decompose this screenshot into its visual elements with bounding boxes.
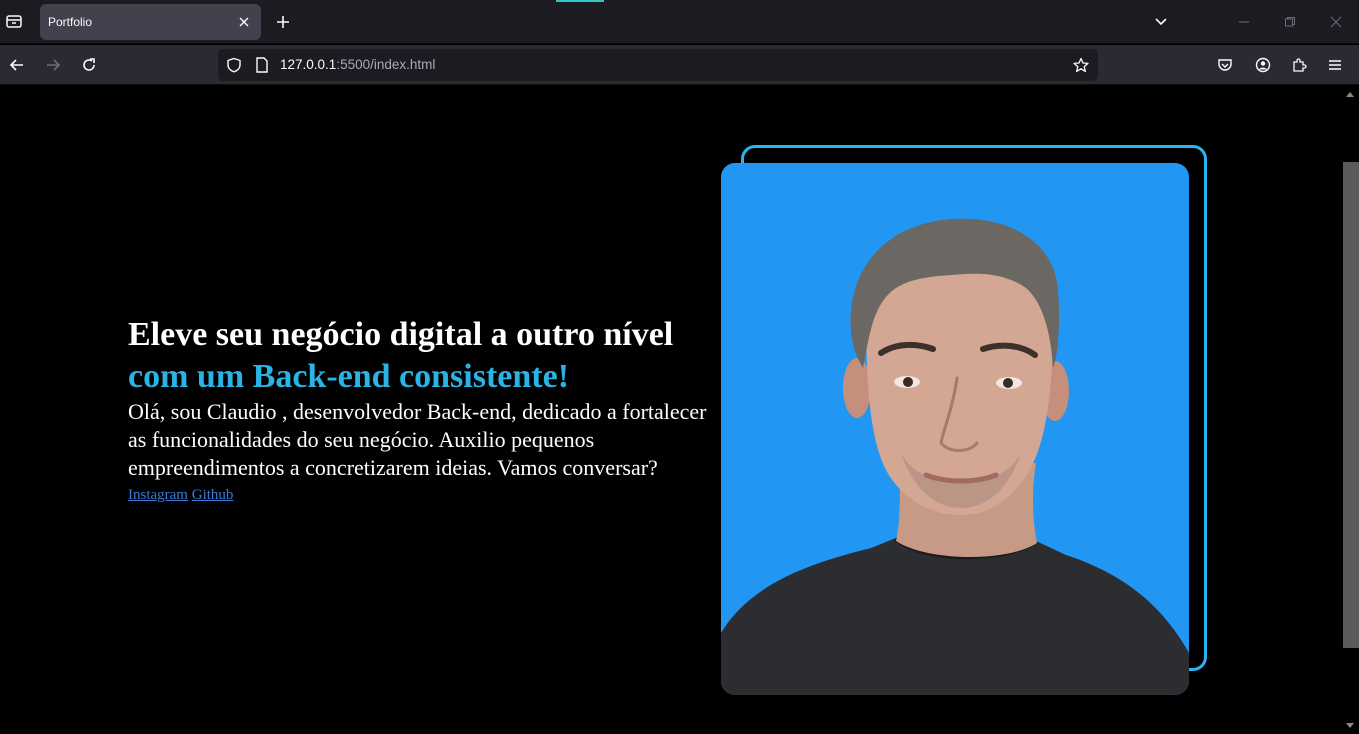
close-window-button[interactable] [1324,11,1348,33]
account-button[interactable] [1252,54,1274,76]
tracking-protection-button[interactable] [225,56,243,74]
scrollbar-thumb[interactable] [1343,162,1359,648]
menu-icon [1329,60,1341,70]
instagram-link[interactable]: Instagram [128,487,188,503]
social-links: Instagram Github [128,486,718,504]
profile-portrait [721,218,1189,695]
close-window-icon [1330,16,1342,28]
app-menu-button[interactable] [1324,54,1346,76]
pocket-button[interactable] [1214,54,1236,76]
address-bar[interactable]: 127.0.0.1:5500/index.html [218,49,1098,81]
back-arrow-icon [9,59,23,71]
star-icon [1073,57,1089,73]
url-path: :5500/index.html [336,57,436,72]
hero-headline: Eleve seu negócio digital a outro nível [128,316,674,353]
page-viewport: Eleve seu negócio digital a outro nível … [0,86,1341,734]
minimize-button[interactable] [1232,11,1256,33]
page-icon [256,57,268,73]
tab-portfolio[interactable]: Portfolio [40,4,261,40]
scroll-down-arrow[interactable] [1345,722,1355,730]
back-button[interactable] [6,54,28,76]
github-link[interactable]: Github [192,487,234,503]
pocket-icon [1218,59,1232,71]
reload-icon [83,58,95,71]
account-icon [1255,57,1271,73]
site-info-button[interactable] [253,56,271,74]
tab-bar: Portfolio [0,0,1359,44]
vertical-scrollbar[interactable] [1341,86,1359,734]
hero-intro: Olá, sou Claudio , desenvolvedor Back-en… [128,399,707,480]
profile-photo [721,163,1189,695]
hero-headline-accent: com um Back-end consistente! [128,358,570,395]
reload-button[interactable] [78,54,100,76]
minimize-icon [1239,21,1249,23]
url-text[interactable]: 127.0.0.1:5500/index.html [280,57,435,72]
restore-button[interactable] [1278,11,1302,33]
list-all-tabs-icon [6,15,22,28]
scroll-up-arrow[interactable] [1345,90,1355,98]
new-tab-button[interactable] [272,11,294,33]
url-host: 127.0.0.1 [280,57,337,72]
shield-icon [227,57,241,73]
scroll-up-icon [1346,92,1354,97]
forward-button[interactable] [42,54,64,76]
tab-strip-indicator [556,0,604,2]
tab-overflow-button[interactable] [1149,11,1173,33]
restore-icon [1285,17,1295,27]
chevron-down-icon [1155,18,1167,26]
tab-title: Portfolio [48,15,93,29]
forward-arrow-icon [47,59,61,71]
scroll-down-icon [1346,723,1354,728]
plus-icon [277,16,289,28]
navigation-toolbar: 127.0.0.1:5500/index.html [0,45,1359,85]
extensions-icon [1293,58,1307,72]
close-icon [239,17,249,27]
extensions-button[interactable] [1288,54,1310,76]
bookmark-button[interactable] [1072,56,1090,74]
list-all-tabs-button[interactable] [3,10,25,32]
hero-text: Eleve seu negócio digital a outro nível … [128,314,718,504]
close-tab-button[interactable] [235,13,253,31]
